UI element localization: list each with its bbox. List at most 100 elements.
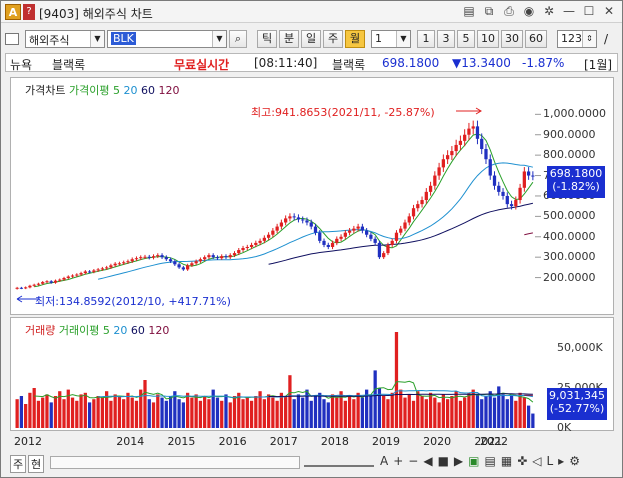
- window-title: [9403] 해외주식 차트: [39, 7, 153, 21]
- interval-10-button[interactable]: 10: [477, 30, 499, 48]
- candle-body: [139, 257, 143, 259]
- memo-icon[interactable]: ▤: [462, 4, 476, 18]
- camera-icon[interactable]: ◉: [522, 4, 536, 18]
- candle-body: [83, 271, 87, 274]
- grid-icon[interactable]: ▦: [501, 454, 512, 468]
- tab-minute[interactable]: 분: [279, 30, 299, 48]
- scroll-left-icon[interactable]: ◀: [423, 454, 432, 468]
- candle-body: [531, 175, 535, 177]
- interval-3-button[interactable]: 3: [437, 30, 455, 48]
- symbol-input[interactable]: BLK ▼: [107, 30, 227, 48]
- volume-bar: [403, 397, 407, 428]
- chevron-down-icon[interactable]: ▼: [90, 31, 104, 47]
- print-icon[interactable]: ⎙: [502, 4, 516, 18]
- x-tick-label: 2012: [14, 435, 42, 448]
- candle-body: [365, 230, 369, 235]
- candle-body: [70, 275, 75, 277]
- price-panel[interactable]: 가격차트 가격이평 5 20 60 120 최고:941.8653(2021/1…: [10, 77, 614, 315]
- candle-body: [87, 271, 92, 273]
- zoom-in-icon[interactable]: +: [393, 454, 403, 468]
- volume-bar: [343, 400, 347, 428]
- candle-body: [58, 279, 62, 281]
- candle-body: [394, 232, 399, 241]
- candle-body: [305, 220, 309, 223]
- volume-panel[interactable]: 거래량 거래이평 5 20 60 120 50,000K25,000K0K 9,…: [10, 317, 614, 434]
- chevron-down-icon[interactable]: ▼: [212, 31, 226, 47]
- bottom-bar: 주 현 A + − ◀ ■ ▶ ▣ ▤ ▦ ✜ ◁ L ▸ ⚙: [10, 453, 614, 473]
- zoom-slider[interactable]: [304, 458, 374, 467]
- tab-jun[interactable]: 주: [10, 455, 27, 473]
- zoom-out-icon[interactable]: −: [408, 454, 418, 468]
- count-stepper[interactable]: 123 ⇕: [557, 30, 597, 48]
- scrollbar[interactable]: [50, 456, 300, 469]
- candle-body: [514, 200, 518, 207]
- scale-icon[interactable]: ◁: [532, 454, 541, 468]
- interval-1-button[interactable]: 1: [417, 30, 435, 48]
- stop-icon[interactable]: ■: [438, 454, 449, 468]
- x-tick-label: 2019: [372, 435, 401, 448]
- interval-combo[interactable]: 1 ▼: [371, 30, 411, 48]
- lock-icon[interactable]: [5, 33, 19, 45]
- volume-bar: [41, 397, 45, 428]
- count-value: 123: [561, 32, 582, 45]
- price-tick-label: 1,000.0000: [543, 107, 606, 121]
- candle-body: [126, 261, 130, 263]
- stepper-icon[interactable]: ⇕: [582, 31, 596, 47]
- candle-body: [309, 222, 313, 227]
- candle-body: [399, 228, 403, 233]
- link-icon[interactable]: ⧉: [482, 4, 496, 18]
- candle-body: [437, 167, 441, 176]
- candle-body: [445, 155, 450, 160]
- search-button[interactable]: ⌕: [229, 30, 247, 48]
- current-price-pct: (-1.82%): [552, 180, 600, 193]
- save-icon[interactable]: ▤: [485, 454, 496, 468]
- volume-bar: [87, 402, 92, 428]
- tab-week[interactable]: 주: [323, 30, 343, 48]
- tab-month[interactable]: 월: [345, 30, 365, 48]
- wrench-icon[interactable]: ⚙: [569, 454, 580, 468]
- volume-bar: [441, 394, 445, 428]
- volume-bar: [301, 397, 305, 428]
- volume-bar: [330, 394, 335, 428]
- candle-body: [53, 280, 58, 283]
- interval-5-button[interactable]: 5: [457, 30, 475, 48]
- volume-chart[interactable]: [11, 318, 541, 430]
- scroll-right-icon[interactable]: ▶: [454, 454, 463, 468]
- log-icon[interactable]: L: [546, 454, 553, 468]
- volume-bar: [369, 394, 373, 428]
- volume-bar: [411, 400, 416, 428]
- minimize-icon[interactable]: —: [562, 4, 576, 18]
- price-tick-label: 300.0000: [543, 250, 596, 264]
- volume-bar: [399, 389, 403, 428]
- candle-body: [45, 281, 49, 283]
- maximize-icon[interactable]: ☐: [582, 4, 596, 18]
- close-icon[interactable]: ✕: [602, 4, 616, 18]
- tab-hyun[interactable]: 현: [28, 455, 45, 473]
- volume-bar: [249, 400, 254, 428]
- candle-body: [369, 234, 373, 239]
- help-icon[interactable]: ?: [23, 4, 35, 20]
- volume-bar: [83, 392, 87, 428]
- candle-body: [463, 134, 467, 141]
- slash-label: /: [604, 32, 609, 46]
- volume-bar: [113, 394, 117, 428]
- settings-icon[interactable]: ✲: [542, 4, 556, 18]
- low-label: 최저:134.8592(2012/10, +417.71%): [35, 295, 231, 308]
- tab-tick[interactable]: 틱: [257, 30, 277, 48]
- chevron-down-icon[interactable]: ▼: [396, 31, 410, 47]
- crosshair-icon[interactable]: ✜: [517, 454, 527, 468]
- interval-60-button[interactable]: 60: [525, 30, 547, 48]
- candle-body: [32, 284, 36, 286]
- excel-icon[interactable]: ▣: [468, 454, 479, 468]
- market-combo[interactable]: 해외주식 ▼: [25, 30, 105, 48]
- volume-bar: [45, 394, 49, 428]
- market-label: 뉴욕: [10, 58, 33, 72]
- text-icon[interactable]: A: [380, 454, 388, 468]
- volume-bar: [433, 397, 437, 428]
- interval-30-button[interactable]: 30: [501, 30, 523, 48]
- tab-day[interactable]: 일: [301, 30, 321, 48]
- candle-body: [377, 242, 382, 258]
- arrow-icon[interactable]: ▸: [558, 454, 564, 468]
- info-bar: 뉴욕 블랙록 무료실시간 [08:11:40] 블랙록 698.1800 ▼13…: [5, 53, 618, 72]
- candle-body: [62, 278, 66, 280]
